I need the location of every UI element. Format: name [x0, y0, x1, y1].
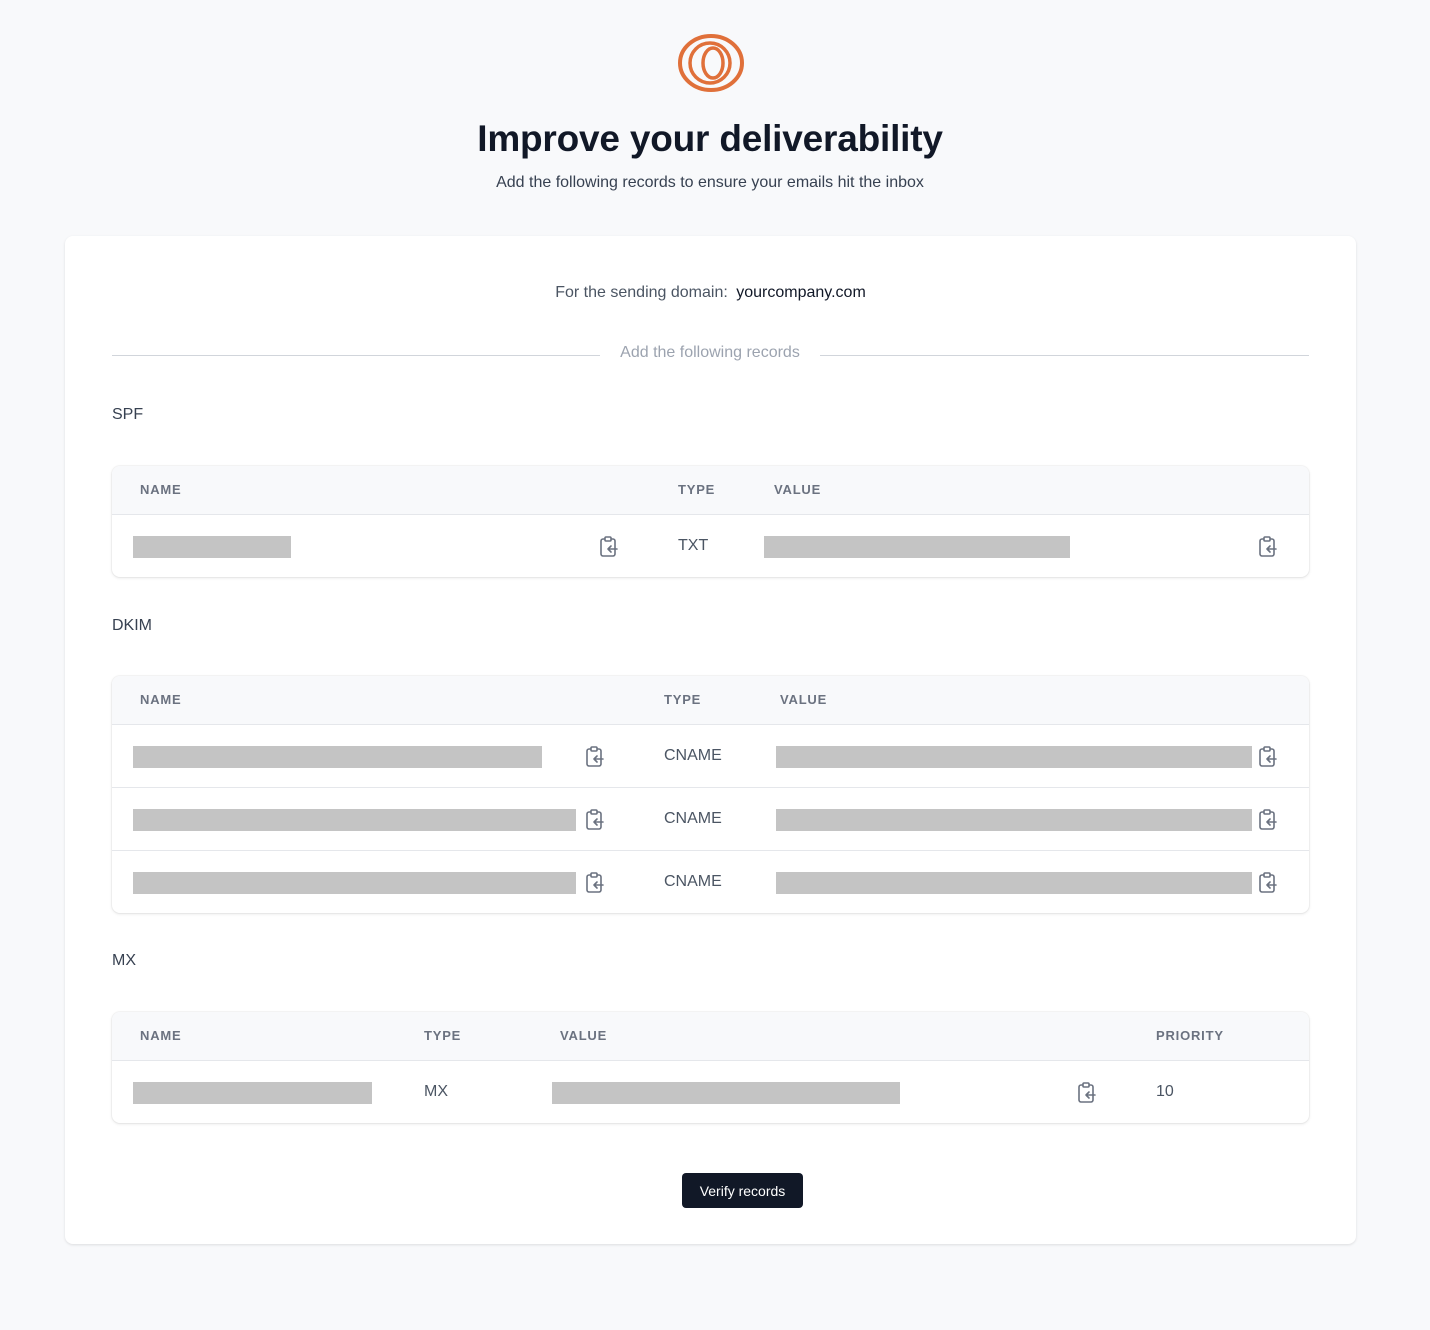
record-type: TXT [678, 537, 709, 554]
page-title: Improve your deliverability [477, 118, 943, 159]
copy-value-icon[interactable] [1076, 1081, 1098, 1105]
copy-name-icon[interactable] [598, 535, 620, 559]
record-type: CNAME [664, 810, 722, 827]
mx-table-header: NAME TYPE VALUE PRIORITY [112, 1012, 1309, 1061]
column-header-priority: PRIORITY [1156, 1028, 1224, 1043]
page-subtitle: Add the following records to ensure your… [496, 174, 924, 191]
copy-value-icon[interactable] [1257, 535, 1279, 559]
redacted-name [133, 1082, 372, 1104]
column-header-name: NAME [140, 1028, 182, 1043]
sending-domain-value: yourcompany.com [736, 284, 866, 301]
brand-logo-icon [678, 34, 744, 92]
divider-line-right [820, 355, 1309, 356]
redacted-name [133, 746, 542, 768]
column-header-type: TYPE [664, 692, 702, 707]
column-header-name: NAME [140, 482, 182, 497]
redacted-value [776, 746, 1252, 768]
redacted-name [133, 536, 291, 558]
sending-domain-label: For the sending domain: [555, 284, 728, 301]
records-divider: Add the following records [112, 344, 1309, 366]
sending-domain: For the sending domain: yourcompany.com [65, 284, 1356, 302]
dkim-section-label: DKIM [112, 617, 152, 634]
copy-value-icon[interactable] [1257, 745, 1279, 769]
table-row: CNAME [112, 851, 1309, 913]
redacted-value [776, 809, 1252, 831]
record-type: CNAME [664, 873, 722, 890]
copy-value-icon[interactable] [1257, 871, 1279, 895]
column-header-value: VALUE [780, 692, 828, 707]
copy-value-icon[interactable] [1257, 808, 1279, 832]
copy-name-icon[interactable] [584, 808, 606, 832]
record-type: CNAME [664, 747, 722, 764]
dkim-table: NAME TYPE VALUE CNAME CNAME CNAME [112, 676, 1309, 913]
column-header-name: NAME [140, 692, 182, 707]
divider-line-left [112, 355, 600, 356]
copy-name-icon[interactable] [584, 745, 606, 769]
spf-table-header: NAME TYPE VALUE [112, 466, 1309, 515]
verify-records-button[interactable]: Verify records [682, 1173, 803, 1208]
mx-table: NAME TYPE VALUE PRIORITY MX 10 [112, 1012, 1309, 1123]
redacted-name [133, 872, 576, 894]
spf-table: NAME TYPE VALUE TXT [112, 466, 1309, 577]
redacted-value [552, 1082, 900, 1104]
table-row: MX 10 [112, 1061, 1309, 1123]
divider-label: Add the following records [620, 344, 800, 361]
dkim-table-header: NAME TYPE VALUE [112, 676, 1309, 725]
column-header-value: VALUE [774, 482, 822, 497]
redacted-value [776, 872, 1252, 894]
table-row: TXT [112, 515, 1309, 577]
records-card: For the sending domain: yourcompany.com … [65, 236, 1356, 1244]
column-header-value: VALUE [560, 1028, 608, 1043]
copy-name-icon[interactable] [584, 871, 606, 895]
record-type: MX [424, 1083, 448, 1100]
redacted-name [133, 809, 576, 831]
mx-section-label: MX [112, 952, 136, 969]
redacted-value [764, 536, 1070, 558]
column-header-type: TYPE [424, 1028, 462, 1043]
table-row: CNAME [112, 725, 1309, 788]
column-header-type: TYPE [678, 482, 716, 497]
spf-section-label: SPF [112, 406, 144, 423]
record-priority: 10 [1156, 1083, 1174, 1100]
table-row: CNAME [112, 788, 1309, 851]
